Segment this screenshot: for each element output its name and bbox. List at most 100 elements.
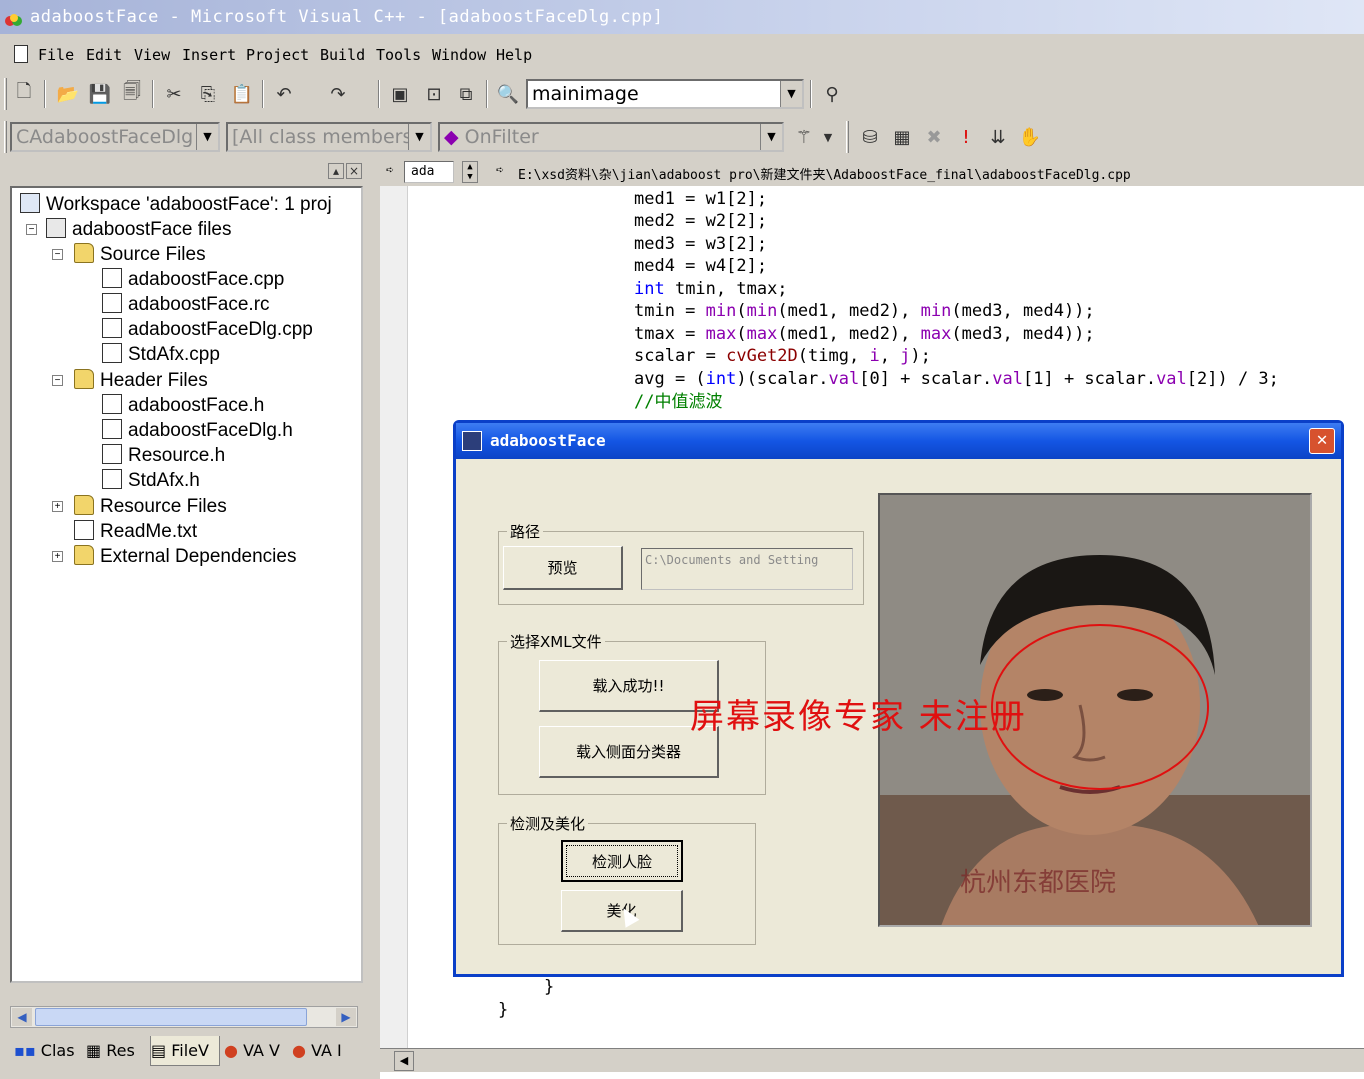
scroll-right-icon[interactable]: ▶	[336, 1008, 356, 1026]
chevron-down-icon[interactable]: ▼	[816, 125, 840, 149]
toolbar-grip[interactable]	[846, 121, 849, 153]
tab-va-outline[interactable]: ● VA I	[292, 1036, 342, 1066]
tree-item-file[interactable]: StdAfx.cpp	[102, 342, 220, 367]
cpp-file-icon	[102, 343, 122, 363]
title-bar: adaboostFace - Microsoft Visual C++ - [a…	[0, 0, 1364, 34]
tree-item-file[interactable]: adaboostFaceDlg.h	[102, 418, 293, 443]
path-group: 路径 预览 C:\Documents and Setting	[498, 521, 864, 605]
tree-item-file[interactable]: adaboostFace.rc	[102, 292, 270, 317]
chevron-down-icon[interactable]: ▼	[196, 124, 218, 150]
folder-icon	[74, 243, 94, 263]
tree-item-file[interactable]: adaboostFaceDlg.cpp	[102, 317, 313, 342]
tree-item-file[interactable]: adaboostFace.cpp	[102, 267, 284, 292]
document-icon[interactable]	[14, 45, 28, 63]
build-icon[interactable]: ▦	[890, 125, 914, 149]
scroll-left-icon[interactable]: ◀	[12, 1008, 32, 1026]
new-text-file-icon[interactable]: 🗋	[12, 81, 36, 106]
filter-combo[interactable]: [All class members] ▼	[226, 122, 432, 152]
tree-item-resource-files[interactable]: Resource Files	[74, 494, 227, 519]
menu-tools[interactable]: Tools	[376, 46, 421, 64]
tab-va-view[interactable]: ● VA V	[224, 1036, 280, 1066]
copy-icon[interactable]: ⎘	[196, 82, 220, 106]
breakpoint-hand-icon[interactable]: ✋	[1018, 125, 1042, 149]
arrow-right-icon: ➪	[496, 163, 504, 178]
photo-caption: 杭州东都医院	[960, 868, 1116, 898]
tab-classview[interactable]: ▪▪ Clas	[14, 1036, 75, 1066]
members-combo[interactable]: ◆ OnFilter ▼	[438, 122, 784, 152]
file-tree: Workspace 'adaboostFace': 1 proj − adabo…	[10, 186, 363, 983]
close-icon[interactable]: ×	[346, 163, 362, 179]
window-list-icon[interactable]: ⧉	[454, 82, 478, 106]
filter-combo-value: [All class members]	[232, 126, 420, 148]
code-line: med4 = w4[2];	[634, 256, 768, 276]
dialog-title-bar[interactable]: adaboostFace ✕	[456, 423, 1341, 459]
project-icon	[46, 218, 66, 238]
close-icon[interactable]: ✕	[1309, 428, 1335, 454]
collapse-icon[interactable]: −	[26, 224, 37, 235]
tab-fileview[interactable]: ▤ FileV	[150, 1036, 220, 1066]
expand-icon[interactable]: +	[52, 551, 63, 562]
menu-file[interactable]: File	[38, 46, 74, 64]
scope-combo[interactable]: ada	[404, 161, 454, 183]
find-combo[interactable]: mainimage ▼	[526, 79, 804, 109]
tab-resourceview[interactable]: ▦ Res	[86, 1036, 135, 1066]
open-folder-icon[interactable]: 📂	[56, 82, 80, 106]
go-icon[interactable]: ⇊	[986, 125, 1010, 149]
menu-help[interactable]: Help	[496, 46, 532, 64]
execute-icon[interactable]: !	[954, 125, 978, 149]
menu-project[interactable]: Project	[246, 46, 309, 64]
code-line: }	[498, 1000, 509, 1020]
menu-edit[interactable]: Edit	[86, 46, 122, 64]
class-combo[interactable]: CAdaboostFaceDlg ▼	[10, 122, 220, 152]
horizontal-scrollbar[interactable]: ◀ ▶	[10, 1006, 358, 1028]
tree-item-project[interactable]: adaboostFace files	[46, 217, 232, 242]
menu-insert[interactable]: Insert	[182, 46, 236, 64]
undo-icon[interactable]: ↶	[272, 82, 296, 106]
scroll-thumb[interactable]	[35, 1008, 307, 1026]
paste-icon[interactable]: 📋	[230, 82, 254, 106]
tree-item-workspace[interactable]: Workspace 'adaboostFace': 1 proj	[20, 192, 332, 217]
preview-button[interactable]: 预览	[503, 546, 623, 590]
menu-bar: File Edit View Insert Project Build Tool…	[0, 38, 1364, 72]
collapse-icon[interactable]: −	[52, 375, 63, 386]
folder-icon	[74, 545, 94, 565]
menu-view[interactable]: View	[134, 46, 170, 64]
tree-item-file[interactable]: adaboostFace.h	[102, 393, 264, 418]
save-all-icon[interactable]: 🗐	[120, 81, 144, 106]
arrow-right-icon: ➪	[386, 163, 394, 178]
tree-item-source-files[interactable]: Source Files	[74, 242, 206, 267]
scroll-left-icon[interactable]: ◀	[394, 1051, 414, 1071]
stop-build-icon[interactable]: ✖	[922, 125, 946, 149]
adaboost-dialog: adaboostFace ✕ 路径 预览 C:\Documents and Se…	[453, 420, 1344, 977]
code-line: med2 = w2[2];	[634, 211, 768, 231]
compile-icon[interactable]: ⛁	[858, 125, 882, 149]
binoculars-icon[interactable]: ⚲	[820, 82, 844, 106]
menu-build[interactable]: Build	[320, 46, 365, 64]
find-in-files-icon[interactable]: 🔍	[496, 82, 520, 106]
cut-icon[interactable]: ✂	[162, 82, 186, 106]
chevron-down-icon[interactable]: ▼	[408, 124, 430, 150]
tree-item-external-dependencies[interactable]: External Dependencies	[74, 544, 296, 569]
workspace-toggle-icon[interactable]: ▣	[388, 82, 412, 106]
redo-icon[interactable]: ↷	[326, 82, 350, 106]
wizard-wand-icon[interactable]: ⚚	[792, 125, 816, 149]
spinner-icon[interactable]: ▲ ▼	[462, 161, 478, 183]
code-area[interactable]: med1 = w1[2]; med2 = w2[2]; med3 = w3[2]…	[380, 188, 1279, 1020]
toolbar-grip[interactable]	[4, 121, 7, 153]
toolbar-grip[interactable]	[4, 78, 7, 110]
restore-icon[interactable]: ▴	[328, 163, 344, 179]
output-window-icon[interactable]: ⊡	[422, 82, 446, 106]
collapse-icon[interactable]: −	[52, 249, 63, 260]
path-field[interactable]: C:\Documents and Setting	[641, 548, 853, 590]
menu-window[interactable]: Window	[432, 46, 486, 64]
tree-item-file[interactable]: StdAfx.h	[102, 468, 200, 493]
tree-item-header-files[interactable]: Header Files	[74, 368, 208, 393]
expand-icon[interactable]: +	[52, 501, 63, 512]
tree-item-file[interactable]: Resource.h	[102, 443, 225, 468]
tree-item-readme[interactable]: ReadMe.txt	[74, 519, 197, 544]
chevron-down-icon[interactable]: ▼	[780, 81, 802, 107]
detect-face-button[interactable]: 检测人脸	[561, 840, 683, 882]
chevron-down-icon[interactable]: ▼	[760, 124, 782, 150]
workspace-icon	[20, 193, 40, 213]
save-icon[interactable]: 💾	[88, 82, 112, 106]
